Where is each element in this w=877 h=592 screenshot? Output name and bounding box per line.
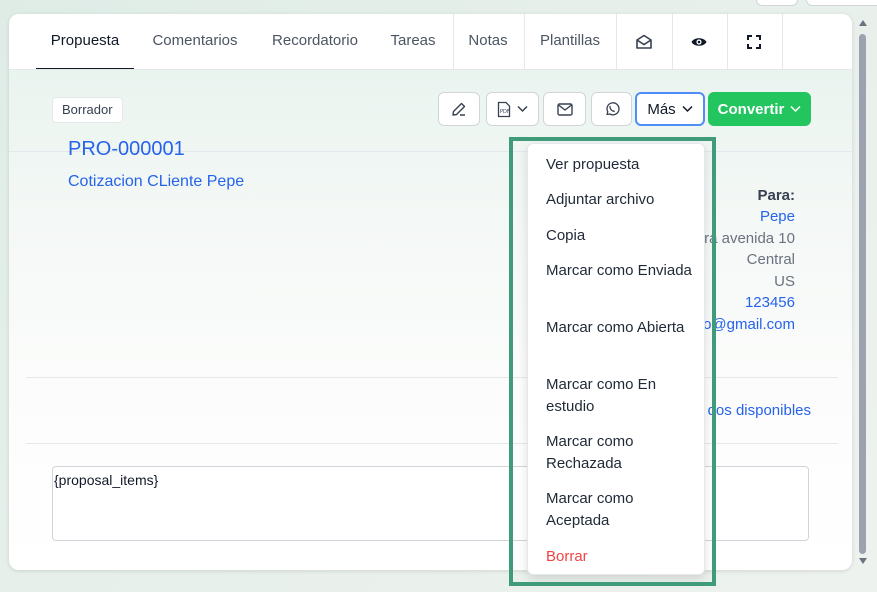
scroll-down-arrow[interactable] [859,558,867,564]
pdf-dropdown-button[interactable]: PDF [486,92,539,126]
mail-icon [556,102,573,116]
recipient-email[interactable]: o@gmail.com [703,316,795,333]
scrollbar-thumb[interactable] [859,34,866,554]
menu-item-marcar-enviada[interactable]: Marcar como Enviada [546,260,696,282]
tab-comentarios[interactable]: Comentarios [142,14,248,69]
status-badge: Borrador [52,97,123,123]
proposal-items-text: {proposal_items} [54,472,159,488]
recipient-address: ra avenida 10 [704,230,795,247]
divider [26,377,838,378]
chevron-down-icon [517,105,528,113]
edit-icon [452,102,466,116]
scroll-up-arrow[interactable] [859,20,867,26]
tab-notas[interactable]: Notas [458,14,518,69]
tab-recordatorio[interactable]: Recordatorio [262,14,368,69]
proposal-card: Propuesta Comentarios Recordatorio Tarea… [9,14,852,570]
chevron-down-icon [790,105,801,113]
menu-item-marcar-en-estudio[interactable]: Marcar como En estudio [546,374,696,418]
recipient-phone[interactable]: 123456 [745,294,795,311]
tab-bar: Propuesta Comentarios Recordatorio Tarea… [9,14,852,70]
divider [26,443,838,444]
convert-label: Convertir [717,100,785,118]
tab-propuesta[interactable]: Propuesta [36,14,134,69]
menu-item-ver-propuesta[interactable]: Ver propuesta [546,154,696,176]
more-dropdown-menu: Ver propuesta Adjuntar archivo Copia Mar… [527,143,705,575]
tab-divider [453,14,454,69]
whatsapp-icon [605,102,620,116]
proposal-subject: Cotizacion CLiente Pepe [68,173,245,190]
more-button[interactable]: Más [635,92,705,126]
email-button[interactable] [543,92,586,126]
convert-button[interactable]: Convertir [708,92,811,126]
menu-item-marcar-rechazada[interactable]: Marcar como Rechazada [546,431,696,475]
chevron-down-icon [682,105,693,113]
top-control [756,0,798,6]
menu-item-copia[interactable]: Copia [546,225,696,247]
edit-button[interactable] [438,92,480,126]
menu-item-marcar-abierta[interactable]: Marcar como Abierta [546,317,696,339]
available-items-link[interactable]: dos disponibles [708,402,811,419]
more-label: Más [647,100,676,118]
envelope-open-icon[interactable] [619,14,669,69]
top-control [806,0,877,6]
recipient-city: Central [746,251,795,268]
eye-icon[interactable] [674,14,724,69]
tab-divider [727,14,728,69]
svg-text:PDF: PDF [500,109,510,115]
menu-item-borrar[interactable]: Borrar [546,546,696,568]
proposal-body: Borrador PDF Más Convertir PRO-000001 Co… [9,70,852,570]
tab-divider [672,14,673,69]
whatsapp-button[interactable] [591,92,632,126]
menu-item-adjuntar-archivo[interactable]: Adjuntar archivo [546,189,696,211]
pdf-icon: PDF [497,101,511,117]
to-label: Para: [757,187,795,204]
scrollbar[interactable] [856,14,870,570]
recipient-country: US [774,273,795,290]
menu-item-marcar-aceptada[interactable]: Marcar como Aceptada [546,488,696,532]
tab-divider [782,14,783,69]
proposal-number[interactable]: PRO-000001 [68,138,185,161]
tab-divider [616,14,617,69]
fullscreen-icon[interactable] [729,14,779,69]
recipient-name[interactable]: Pepe [760,208,795,225]
tab-plantillas[interactable]: Plantillas [530,14,610,69]
tab-tareas[interactable]: Tareas [382,14,444,69]
tab-divider [524,14,525,69]
